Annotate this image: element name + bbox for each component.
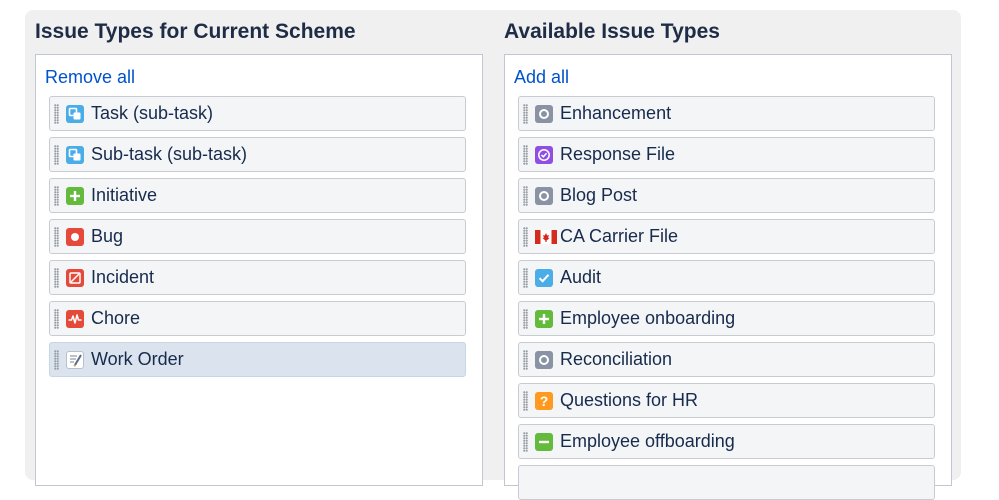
drag-handle[interactable]	[54, 227, 59, 247]
drag-handle[interactable]	[523, 309, 528, 329]
item-label: Blog Post	[560, 185, 638, 205]
generic-icon	[535, 351, 553, 369]
generic-icon	[535, 105, 553, 123]
list-item-reconciliation[interactable]: Reconciliation	[518, 342, 935, 377]
item-label: Chore	[91, 308, 141, 328]
current-scheme-title: Issue Types for Current Scheme	[35, 20, 356, 43]
drag-handle[interactable]	[523, 350, 528, 370]
drag-handle[interactable]	[54, 268, 59, 288]
subtask-icon	[66, 105, 84, 123]
list-item-employee-onboarding[interactable]: Employee onboarding	[518, 301, 935, 336]
add-all-link[interactable]: Add all	[514, 67, 569, 88]
list-item-blog-post[interactable]: Blog Post	[518, 178, 935, 213]
item-label: Work Order	[91, 349, 184, 369]
item-label: Response File	[560, 144, 676, 164]
item-label: Sub-task (sub-task)	[91, 144, 248, 164]
question-icon: ?	[535, 392, 553, 410]
drag-handle[interactable]	[54, 309, 59, 329]
list-item-response-file[interactable]: Response File	[518, 137, 935, 172]
item-label: Employee onboarding	[560, 308, 736, 328]
remove-all-link[interactable]: Remove all	[45, 67, 135, 88]
plus-icon	[66, 187, 84, 205]
minus-icon	[535, 433, 553, 451]
drag-handle[interactable]	[523, 268, 528, 288]
generic-icon	[535, 187, 553, 205]
drag-handle[interactable]	[523, 186, 528, 206]
item-label: Audit	[560, 267, 602, 287]
list-item-enhancement[interactable]: Enhancement	[518, 96, 935, 131]
list-item-task-subtask[interactable]: Task (sub-task)	[49, 96, 466, 131]
list-item-incident[interactable]: Incident	[49, 260, 466, 295]
list-item-ca-carrier-file[interactable]: CA Carrier File	[518, 219, 935, 254]
item-label: Reconciliation	[560, 349, 673, 369]
list-item-partial[interactable]	[518, 465, 935, 500]
list-item-bug[interactable]: Bug	[49, 219, 466, 254]
svg-text:?: ?	[540, 393, 549, 409]
drag-handle[interactable]	[523, 104, 528, 124]
bug-icon	[66, 228, 84, 246]
drag-handle[interactable]	[523, 391, 528, 411]
drag-handle[interactable]	[54, 145, 59, 165]
list-item-audit[interactable]: Audit	[518, 260, 935, 295]
available-types-title: Available Issue Types	[504, 20, 720, 43]
item-label: Incident	[91, 267, 155, 287]
drag-handle[interactable]	[54, 104, 59, 124]
item-label: Employee offboarding	[560, 431, 735, 451]
incident-icon	[66, 269, 84, 287]
drag-handle[interactable]	[523, 432, 528, 452]
item-label: Enhancement	[560, 103, 672, 123]
subtask-icon	[66, 146, 84, 164]
drag-handle[interactable]	[54, 186, 59, 206]
check-circle-icon	[535, 146, 553, 164]
list-item-initiative[interactable]: Initiative	[49, 178, 466, 213]
pulse-icon	[66, 310, 84, 328]
item-label: Initiative	[91, 185, 158, 205]
checkbox-icon	[535, 269, 553, 287]
canada-flag-icon	[535, 228, 557, 246]
drag-handle[interactable]	[523, 145, 528, 165]
drag-handle[interactable]	[54, 350, 59, 370]
item-label: CA Carrier File	[560, 226, 679, 246]
item-label: Task (sub-task)	[91, 103, 214, 123]
list-item-chore[interactable]: Chore	[49, 301, 466, 336]
item-label: Questions for HR	[560, 390, 699, 410]
available-types-list: Add all Enhancement Response File Blog P…	[504, 54, 952, 500]
drag-handle[interactable]	[523, 227, 528, 247]
list-item-employee-offboarding[interactable]: Employee offboarding	[518, 424, 935, 459]
notepad-icon	[66, 351, 84, 369]
current-scheme-list: Remove all Task (sub-task) Sub-task (sub…	[35, 54, 483, 486]
item-label: Bug	[91, 226, 124, 246]
list-item-work-order[interactable]: Work Order	[49, 342, 466, 377]
issue-type-scheme-panel: Issue Types for Current Scheme Remove al…	[25, 10, 961, 500]
plus-icon	[535, 310, 553, 328]
list-item-questions-for-hr[interactable]: ? Questions for HR	[518, 383, 935, 418]
list-item-subtask[interactable]: Sub-task (sub-task)	[49, 137, 466, 172]
